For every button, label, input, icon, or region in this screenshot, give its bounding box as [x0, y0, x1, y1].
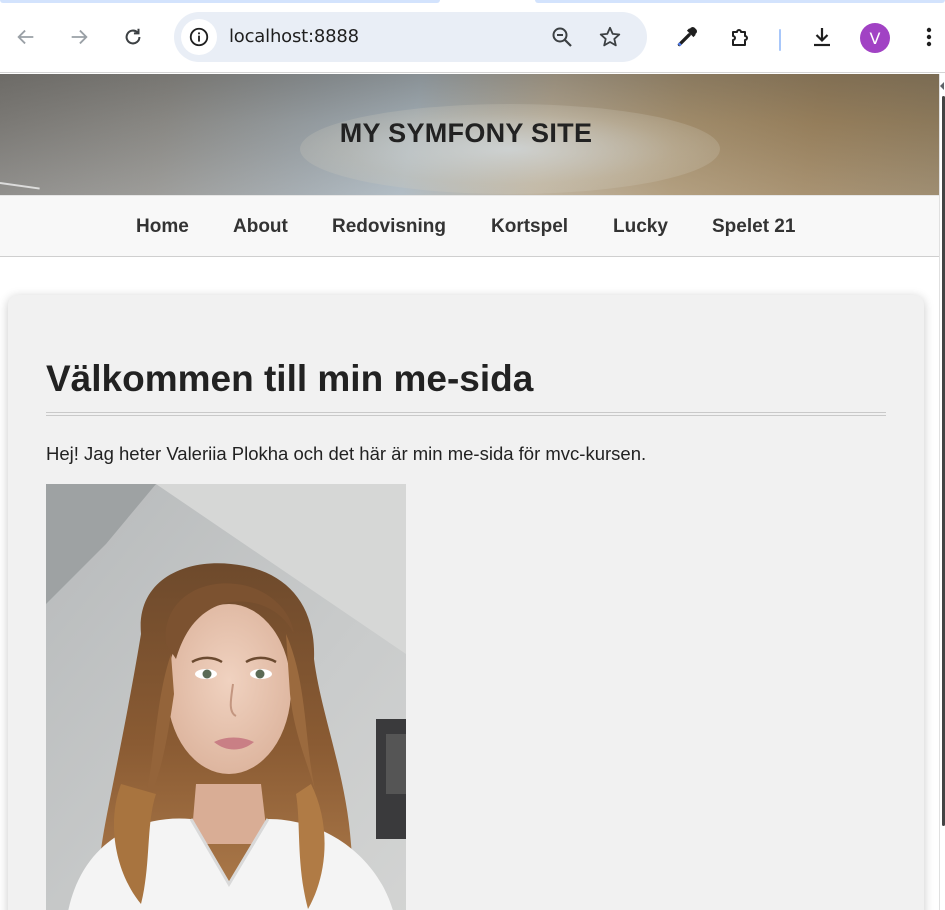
browser-toolbar: localhost:8888 V	[0, 3, 945, 73]
download-icon[interactable]	[806, 21, 838, 53]
portrait-illustration	[46, 484, 406, 910]
toolbar-divider	[0, 72, 945, 73]
star-icon[interactable]	[598, 25, 622, 54]
page-scrollbar[interactable]	[939, 74, 945, 910]
info-icon[interactable]	[181, 19, 217, 55]
url-text[interactable]: localhost:8888	[229, 26, 359, 47]
nav-link-redovisning[interactable]: Redovisning	[332, 216, 446, 238]
nav-link-home[interactable]: Home	[136, 216, 189, 238]
profile-photo	[46, 484, 406, 910]
site-title: MY SYMFONY SITE	[339, 118, 593, 148]
heading-divider	[46, 412, 886, 416]
nav-link-about[interactable]: About	[233, 216, 288, 238]
site-header-banner: MY SYMFONY SITE	[0, 74, 939, 195]
page-heading: Välkommen till min me-sida	[46, 358, 534, 399]
main-navigation: Home About Redovisning Kortspel Lucky Sp…	[0, 195, 939, 257]
page-viewport: MY SYMFONY SITE Home About Redovisning K…	[0, 74, 939, 910]
zoom-out-icon[interactable]	[550, 25, 574, 54]
nav-link-lucky[interactable]: Lucky	[613, 216, 668, 238]
kebab-menu-icon[interactable]	[913, 21, 945, 53]
forward-arrow-icon[interactable]	[63, 21, 95, 53]
content-card: Välkommen till min me-sida Hej! Jag hete…	[8, 295, 924, 910]
scroll-up-arrow-icon[interactable]	[940, 82, 944, 90]
nav-link-kortspel[interactable]: Kortspel	[491, 216, 568, 238]
profile-avatar[interactable]: V	[860, 23, 890, 53]
puzzle-icon[interactable]	[725, 21, 757, 53]
toolbar-separator	[779, 29, 781, 51]
address-bar[interactable]: localhost:8888	[174, 12, 647, 62]
reload-icon[interactable]	[117, 21, 149, 53]
intro-text: Hej! Jag heter Valeriia Plokha och det h…	[46, 443, 647, 464]
nav-link-spelet-21[interactable]: Spelet 21	[712, 216, 795, 238]
eyedropper-icon[interactable]	[671, 21, 703, 53]
back-arrow-icon[interactable]	[10, 21, 42, 53]
